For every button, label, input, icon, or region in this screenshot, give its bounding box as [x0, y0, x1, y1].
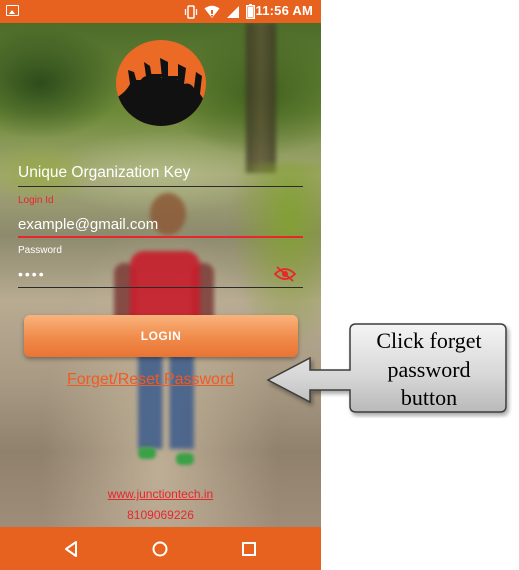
recents-icon[interactable]: [237, 537, 261, 561]
battery-icon: [246, 4, 255, 19]
callout-text: Click forget password button: [352, 327, 506, 413]
graduates-logo: [116, 40, 206, 126]
login-button[interactable]: LOGIN: [24, 315, 298, 357]
password-underline: [18, 287, 303, 288]
home-icon[interactable]: [148, 537, 172, 561]
status-bar: 11:56 AM: [0, 0, 321, 23]
login-id-input[interactable]: example@gmail.com: [18, 216, 158, 233]
system-icons: [184, 4, 255, 19]
gallery-icon: [6, 5, 19, 16]
navigation-bar: [0, 527, 321, 570]
password-label: Password: [18, 245, 62, 256]
callout-line-3: button: [400, 385, 458, 411]
organization-key-underline: [18, 186, 303, 187]
vibrate-icon: [184, 4, 198, 19]
screenshot-stage: 11:56 AM Unique Organization Key Login I…: [0, 0, 519, 570]
phone-screen: 11:56 AM Unique Organization Key Login I…: [0, 0, 321, 570]
login-id-underline: [18, 236, 303, 238]
phone-number: 8109069226: [127, 508, 194, 522]
callout-line-1: Click forget: [376, 328, 482, 353]
status-time: 11:56 AM: [255, 3, 313, 18]
eye-off-icon[interactable]: [274, 266, 296, 282]
back-icon[interactable]: [59, 537, 83, 561]
website-link[interactable]: www.junctiontech.in: [0, 487, 321, 501]
signal-icon: [227, 5, 239, 18]
wifi-icon: [204, 5, 220, 18]
organization-key-input[interactable]: Unique Organization Key: [18, 164, 190, 182]
forget-reset-password-link[interactable]: Forget/Reset Password: [67, 371, 234, 389]
login-id-label: Login Id: [18, 195, 54, 206]
callout-line-2: password: [387, 356, 471, 382]
password-input[interactable]: ••••: [18, 266, 46, 282]
